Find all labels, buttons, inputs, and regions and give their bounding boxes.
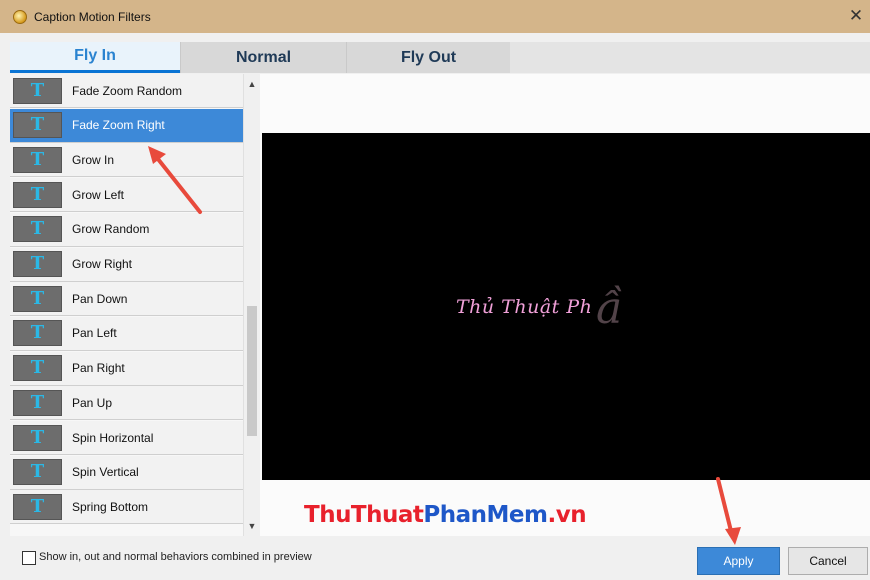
fade-zoom-right-icon: T: [13, 112, 62, 139]
fade-zoom-random-icon: T: [13, 77, 62, 104]
list-scrollbar[interactable]: ▲ ▼: [243, 74, 260, 536]
tab-bar: Fly In Normal Fly Out: [10, 42, 870, 73]
effect-item[interactable]: T Pan Left: [10, 316, 243, 351]
effect-label: Spring Bottom: [72, 499, 149, 514]
watermark-part-1: ThuThuat: [304, 502, 424, 528]
pan-right-icon: T: [13, 355, 62, 382]
scroll-up-icon[interactable]: ▲: [244, 76, 260, 92]
scroll-thumb[interactable]: [247, 306, 257, 436]
tab-normal[interactable]: Normal: [180, 42, 347, 73]
pan-left-icon: T: [13, 320, 62, 347]
effect-label: Pan Right: [72, 361, 125, 376]
effect-item[interactable]: T Fade Zoom Random: [10, 74, 243, 108]
effect-label: Spin Vertical: [72, 465, 139, 480]
tab-fly-in[interactable]: Fly In: [10, 42, 180, 73]
grow-in-icon: T: [13, 146, 62, 173]
effect-label: Pan Down: [72, 291, 128, 306]
effect-item[interactable]: T Pan Right: [10, 351, 243, 386]
cancel-button[interactable]: Cancel: [788, 547, 868, 575]
grow-random-icon: T: [13, 216, 62, 243]
annotation-arrow-icon: [148, 146, 202, 214]
effect-item[interactable]: T Pan Down: [10, 282, 243, 317]
annotation-arrow-icon: [716, 477, 741, 545]
preview-video: Thủ Thuật Ph ầ: [262, 133, 870, 480]
app-icon: [13, 9, 27, 24]
effect-item[interactable]: T Spin Horizontal: [10, 421, 243, 455]
effect-item[interactable]: T Pan Up: [10, 386, 243, 421]
effect-label: Grow Left: [72, 187, 125, 202]
effect-label: Grow Right: [72, 257, 133, 271]
watermark-logo: ThuThuatPhanMem.vn: [304, 502, 587, 528]
effect-label: Spin Horizontal: [72, 430, 154, 445]
effect-label: Grow In: [72, 152, 115, 167]
tab-fly-out[interactable]: Fly Out: [347, 42, 510, 73]
scroll-down-icon[interactable]: ▼: [244, 518, 260, 534]
grow-right-icon: T: [13, 251, 62, 277]
effect-item[interactable]: T Spin Vertical: [10, 455, 243, 490]
watermark-part-3: .vn: [547, 502, 587, 528]
grow-left-icon: T: [13, 181, 62, 208]
effect-item[interactable]: T Grow Right: [10, 247, 243, 282]
effect-item[interactable]: T Spring Bottom: [10, 490, 243, 525]
window-title: Caption Motion Filters: [34, 9, 151, 24]
preview-caption-ghost: ầ: [596, 283, 623, 334]
preview-caption: Thủ Thuật Ph: [456, 296, 593, 318]
pan-up-icon: T: [13, 389, 62, 416]
apply-button[interactable]: Apply: [697, 547, 780, 575]
combine-preview-checkbox[interactable]: [22, 551, 36, 565]
title-bar: Caption Motion Filters ✕: [0, 0, 870, 33]
effect-label: Pan Up: [72, 395, 113, 410]
combine-preview-label: Show in, out and normal behaviors combin…: [39, 551, 312, 563]
close-icon[interactable]: ✕: [846, 6, 866, 26]
effect-label: Fade Zoom Right: [72, 118, 165, 133]
pan-down-icon: T: [13, 285, 62, 312]
spring-bottom-icon: T: [13, 493, 62, 520]
effect-label: Pan Left: [72, 326, 117, 341]
spin-horizontal-icon: T: [13, 424, 62, 451]
watermark-part-2: PhanMem: [423, 502, 548, 528]
spin-vertical-icon: T: [13, 459, 62, 486]
effect-label: Fade Zoom Random: [72, 83, 183, 98]
effect-label: Grow Random: [72, 222, 150, 237]
effect-item[interactable]: T Fade Zoom Right: [10, 108, 243, 143]
